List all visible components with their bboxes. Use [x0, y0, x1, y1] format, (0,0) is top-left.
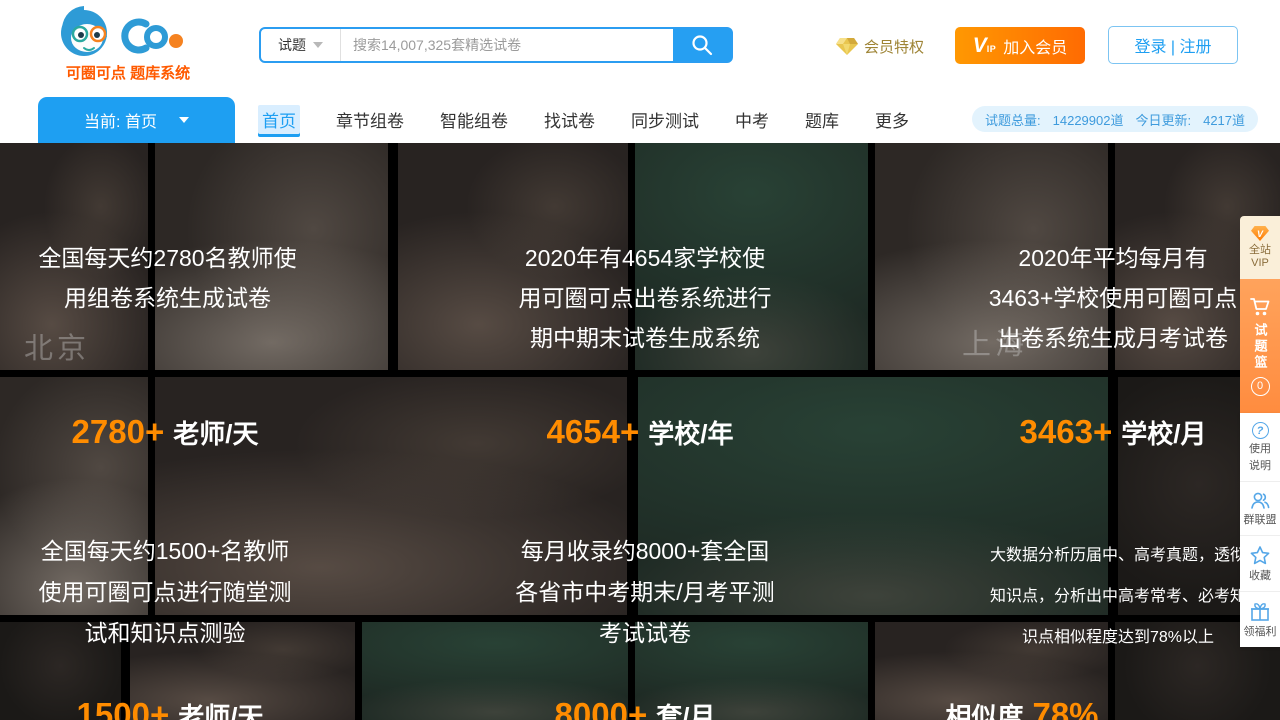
- login-register-button[interactable]: 登录 | 注册: [1108, 26, 1238, 64]
- today-update-value: 4217道: [1203, 110, 1245, 129]
- stat-headline: 4654+ 学校/年: [490, 413, 790, 451]
- stat-blurb: 全国每天约2780名教师使 用组卷系统生成试卷: [15, 238, 320, 318]
- nav-item-sync-test[interactable]: 同步测试: [631, 107, 699, 132]
- today-update-label: 今日更新:: [1135, 110, 1191, 129]
- stat-headline: 1500+ 老师/天: [20, 696, 320, 720]
- join-vip-label: 加入会员: [1003, 34, 1067, 58]
- member-perks-label: 会员特权: [864, 36, 924, 57]
- search-icon: [690, 33, 714, 57]
- question-basket-button[interactable]: 试题篮 0: [1240, 279, 1280, 413]
- question-stats-badge: 试题总量: 14229902道 今日更新: 4217道: [972, 106, 1258, 132]
- nav-item-zhongkao[interactable]: 中考: [735, 107, 769, 132]
- stat-headline: 8000+ 套/月: [485, 696, 785, 720]
- claim-welfare-button[interactable]: 领福利: [1240, 591, 1280, 647]
- logo-icon: [58, 6, 186, 60]
- nav-item-smart-paper[interactable]: 智能组卷: [440, 107, 508, 132]
- toolbar-menu: ? 使用 说明 群联盟 收藏 领福: [1240, 413, 1280, 647]
- nav-item-chapter-paper[interactable]: 章节组卷: [336, 107, 404, 132]
- stat-headline: 3463+ 学校/月: [963, 413, 1263, 451]
- logo[interactable]: 可圈可点 题库系统: [58, 6, 198, 65]
- nav-item-question-bank[interactable]: 题库: [805, 107, 839, 132]
- floating-toolbar: V 全站 VIP 试题篮 0 ? 使用 说明 群联盟: [1240, 216, 1280, 647]
- help-icon: ?: [1252, 422, 1269, 439]
- star-icon: [1249, 545, 1271, 566]
- vip-gem-icon: V: [1251, 226, 1269, 241]
- vip-icon: VIP: [973, 37, 997, 55]
- search-category-dropdown[interactable]: 试题: [261, 29, 341, 61]
- chevron-down-icon: [179, 117, 189, 123]
- nav-links: 首页 章节组卷 智能组卷 找试卷 同步测试 中考 题库 更多: [258, 95, 909, 143]
- search-bar: 试题: [259, 27, 733, 63]
- stat-headline: 2780+ 老师/天: [15, 413, 315, 451]
- people-icon: [1249, 491, 1271, 510]
- member-perks-link[interactable]: 会员特权: [836, 36, 924, 57]
- nav-item-more[interactable]: 更多: [875, 107, 909, 132]
- gift-icon: [1249, 601, 1271, 622]
- chevron-down-icon: [313, 42, 323, 48]
- basket-count-badge: 0: [1251, 377, 1270, 396]
- stat-paragraph: 每月收录约8000+套全国 各省市中考期末/月考平测 考试试卷: [490, 531, 800, 654]
- current-page-dropdown[interactable]: 当前: 首页: [38, 97, 235, 143]
- group-alliance-button[interactable]: 群联盟: [1240, 481, 1280, 535]
- header: 可圈可点 题库系统 试题 会员特权 VIP 加入会员 登录 | 注册: [0, 0, 1280, 95]
- nav-item-find-paper[interactable]: 找试卷: [544, 107, 595, 132]
- basket-label: 试题篮: [1251, 323, 1270, 371]
- search-category-label: 试题: [278, 35, 306, 55]
- stat-headline: 相似度 78%: [872, 696, 1172, 720]
- cart-icon: [1249, 297, 1271, 317]
- site-vip-button[interactable]: V 全站 VIP: [1240, 216, 1280, 279]
- nav-item-home[interactable]: 首页: [258, 105, 300, 134]
- stat-paragraph: 全国每天约1500+名教师 使用可圈可点进行随堂测 试和知识点测验: [15, 531, 315, 654]
- total-questions-label: 试题总量:: [985, 110, 1041, 129]
- site-title: 可圈可点 题库系统: [58, 62, 198, 83]
- search-input[interactable]: [341, 29, 673, 61]
- stats-photo-mosaic: 北京 上海 全国每天约2780名教师使 用组卷系统生成试卷 2020年有4654…: [0, 143, 1280, 720]
- join-vip-button[interactable]: VIP 加入会员: [955, 27, 1085, 64]
- diamond-icon: [836, 38, 858, 55]
- favorite-button[interactable]: 收藏: [1240, 535, 1280, 591]
- usage-guide-button[interactable]: ? 使用 说明: [1240, 413, 1280, 481]
- stat-paragraph: 大数据分析历届中、高考真题，透彻 知识点，分析出中高考常考、必考知 识点相似程度…: [963, 535, 1273, 658]
- current-page-label: 当前: 首页: [84, 108, 157, 132]
- total-questions-value: 14229902道: [1053, 110, 1124, 129]
- stat-blurb: 2020年有4654家学校使 用可圈可点出卷系统进行 期中期末试卷生成系统: [490, 238, 800, 358]
- city-watermark-beijing: 北京: [24, 325, 90, 367]
- search-button[interactable]: [673, 29, 731, 61]
- stat-blurb: 2020年平均每月有 3463+学校使用可圈可点 出卷系统生成月考试卷: [960, 238, 1266, 358]
- nav-bar: 当前: 首页 首页 章节组卷 智能组卷 找试卷 同步测试 中考 题库 更多 试题…: [0, 95, 1280, 143]
